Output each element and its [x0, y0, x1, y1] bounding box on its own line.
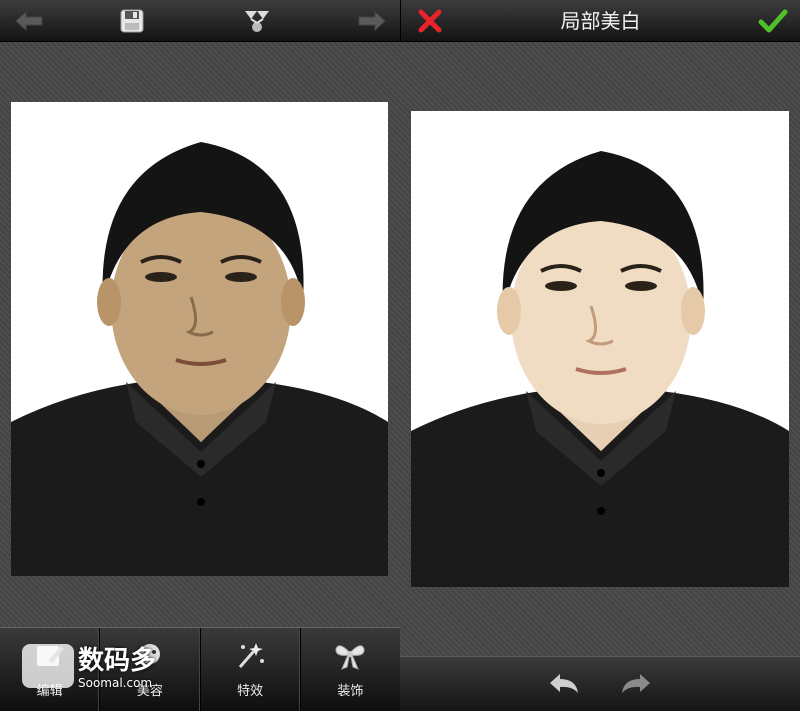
back-arrow-icon[interactable] — [12, 4, 46, 38]
watermark-text: 数码多 — [78, 646, 157, 676]
original-photo — [11, 102, 388, 576]
tool-effects-label: 特效 — [237, 684, 264, 699]
magic-wand-icon — [233, 640, 267, 672]
page-title: 局部美白 — [560, 9, 641, 33]
share-icon[interactable] — [240, 4, 274, 38]
watermark-sub: Soomal.com — [78, 676, 153, 690]
tool-decor[interactable]: 装饰 — [301, 628, 400, 711]
tool-decor-label: 装饰 — [337, 684, 364, 699]
check-icon[interactable] — [756, 4, 790, 38]
history-toolbar — [400, 656, 800, 711]
right-top-toolbar: 局部美白 — [400, 0, 800, 42]
undo-icon[interactable] — [544, 668, 584, 700]
bow-icon — [333, 640, 367, 672]
close-icon[interactable] — [413, 4, 447, 38]
tool-effects[interactable]: 特效 — [201, 628, 301, 711]
watermark-badge — [22, 644, 74, 688]
forward-arrow-icon[interactable] — [355, 4, 389, 38]
watermark: 数码多 Soomal.com — [22, 640, 172, 692]
whitened-photo — [411, 111, 789, 587]
save-icon[interactable] — [115, 4, 149, 38]
left-top-toolbar — [0, 0, 400, 42]
redo-icon[interactable] — [616, 668, 656, 700]
